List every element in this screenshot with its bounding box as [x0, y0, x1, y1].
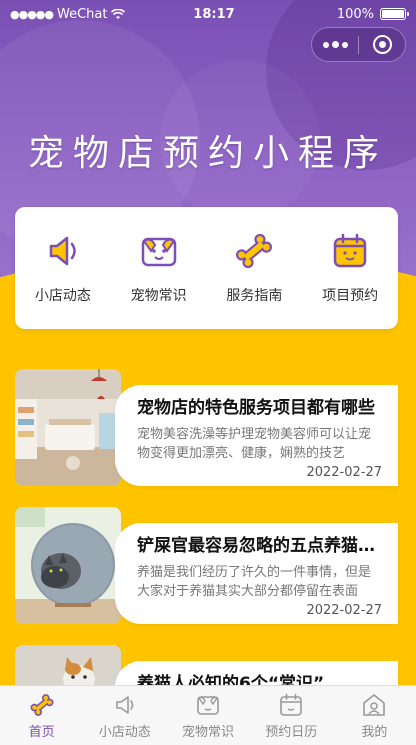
miniprogram-capsule: [311, 27, 406, 62]
battery-icon: [380, 8, 409, 20]
article-summary: 养猫是我们经历了许久的一件事情，但是大家对于养猫其实大部分都停留在表面: [137, 565, 372, 599]
tab-booking-calendar[interactable]: 预约日历: [250, 686, 333, 745]
article-summary: 宠物美容洗澡等护理宠物美容师可以让宠物变得更加漂亮、健康，娴熟的技艺: [137, 427, 372, 461]
feature-label: 项目预约: [322, 288, 379, 304]
bone-icon: [236, 233, 273, 269]
wifi-icon: [111, 8, 126, 19]
article-title: 宠物店的特色服务项目都有哪些: [137, 398, 375, 418]
bottom-tab-bar: 首页 小店动态 宠物常识 预约日历 我的: [0, 685, 416, 745]
carrier-label: WeChat: [57, 6, 108, 22]
tab-profile[interactable]: 我的: [333, 686, 416, 745]
pet-face-icon: [141, 237, 176, 267]
pet-shop-interior-photo: [15, 369, 121, 486]
feature-label: 宠物常识: [130, 288, 187, 304]
article-body: 铲屎官最容易忽略的五点养猫知识 养猫是我们经历了许久的一件事情，但是大家对于养猫…: [115, 523, 398, 624]
article-card[interactable]: 铲屎官最容易忽略的五点养猫知识 养猫是我们经历了许久的一件事情，但是大家对于养猫…: [15, 507, 398, 624]
tab-label: 预约日历: [265, 725, 318, 740]
app-title: 宠物店预约小程序: [27, 133, 388, 174]
feature-pet-knowledge[interactable]: 宠物常识: [111, 231, 207, 305]
feature-menu: 小店动态 宠物常识 服务指南 项目预约: [15, 207, 398, 329]
cat-in-pod-bed-photo: [15, 507, 121, 624]
feature-booking[interactable]: 项目预约: [302, 231, 398, 305]
clock: 18:17: [193, 6, 235, 22]
calendar-icon: [280, 693, 303, 716]
article-date: 2022-02-27: [306, 603, 382, 618]
feature-label: 小店动态: [34, 288, 91, 304]
tab-pet-knowledge[interactable]: 宠物常识: [166, 686, 249, 745]
home-profile-icon: [363, 694, 386, 716]
close-circle-icon: [372, 35, 392, 54]
battery-percent: 100%: [336, 6, 374, 22]
more-options-button[interactable]: [312, 41, 358, 48]
tab-label: 宠物常识: [182, 725, 235, 740]
article-card[interactable]: 宠物店的特色服务项目都有哪些 宠物美容洗澡等护理宠物美容师可以让宠物变得更加漂亮…: [15, 369, 398, 486]
article-title: 铲屎官最容易忽略的五点养猫知识: [137, 536, 382, 556]
pet-face-icon: [197, 696, 219, 715]
feature-shop-news[interactable]: 小店动态: [15, 231, 111, 305]
speaker-icon: [49, 236, 76, 266]
feature-service-guide[interactable]: 服务指南: [207, 231, 303, 305]
close-miniprogram-button[interactable]: [359, 35, 405, 54]
tab-shop-news[interactable]: 小店动态: [83, 686, 166, 745]
article-date: 2022-02-27: [306, 465, 382, 480]
speaker-icon: [115, 696, 134, 714]
tab-home[interactable]: 首页: [0, 686, 83, 745]
tab-label: 首页: [28, 725, 55, 740]
tab-label: 小店动态: [98, 725, 151, 740]
feature-label: 服务指南: [226, 288, 283, 304]
article-body: 宠物店的特色服务项目都有哪些 宠物美容洗澡等护理宠物美容师可以让宠物变得更加漂亮…: [115, 385, 398, 486]
status-bar: ●●●●● WeChat 18:17 100%: [0, 0, 416, 28]
signal-icon: ●●●●●: [10, 7, 54, 21]
bone-icon: [30, 694, 54, 716]
tab-label: 我的: [361, 725, 388, 740]
calendar-icon: [333, 233, 367, 268]
